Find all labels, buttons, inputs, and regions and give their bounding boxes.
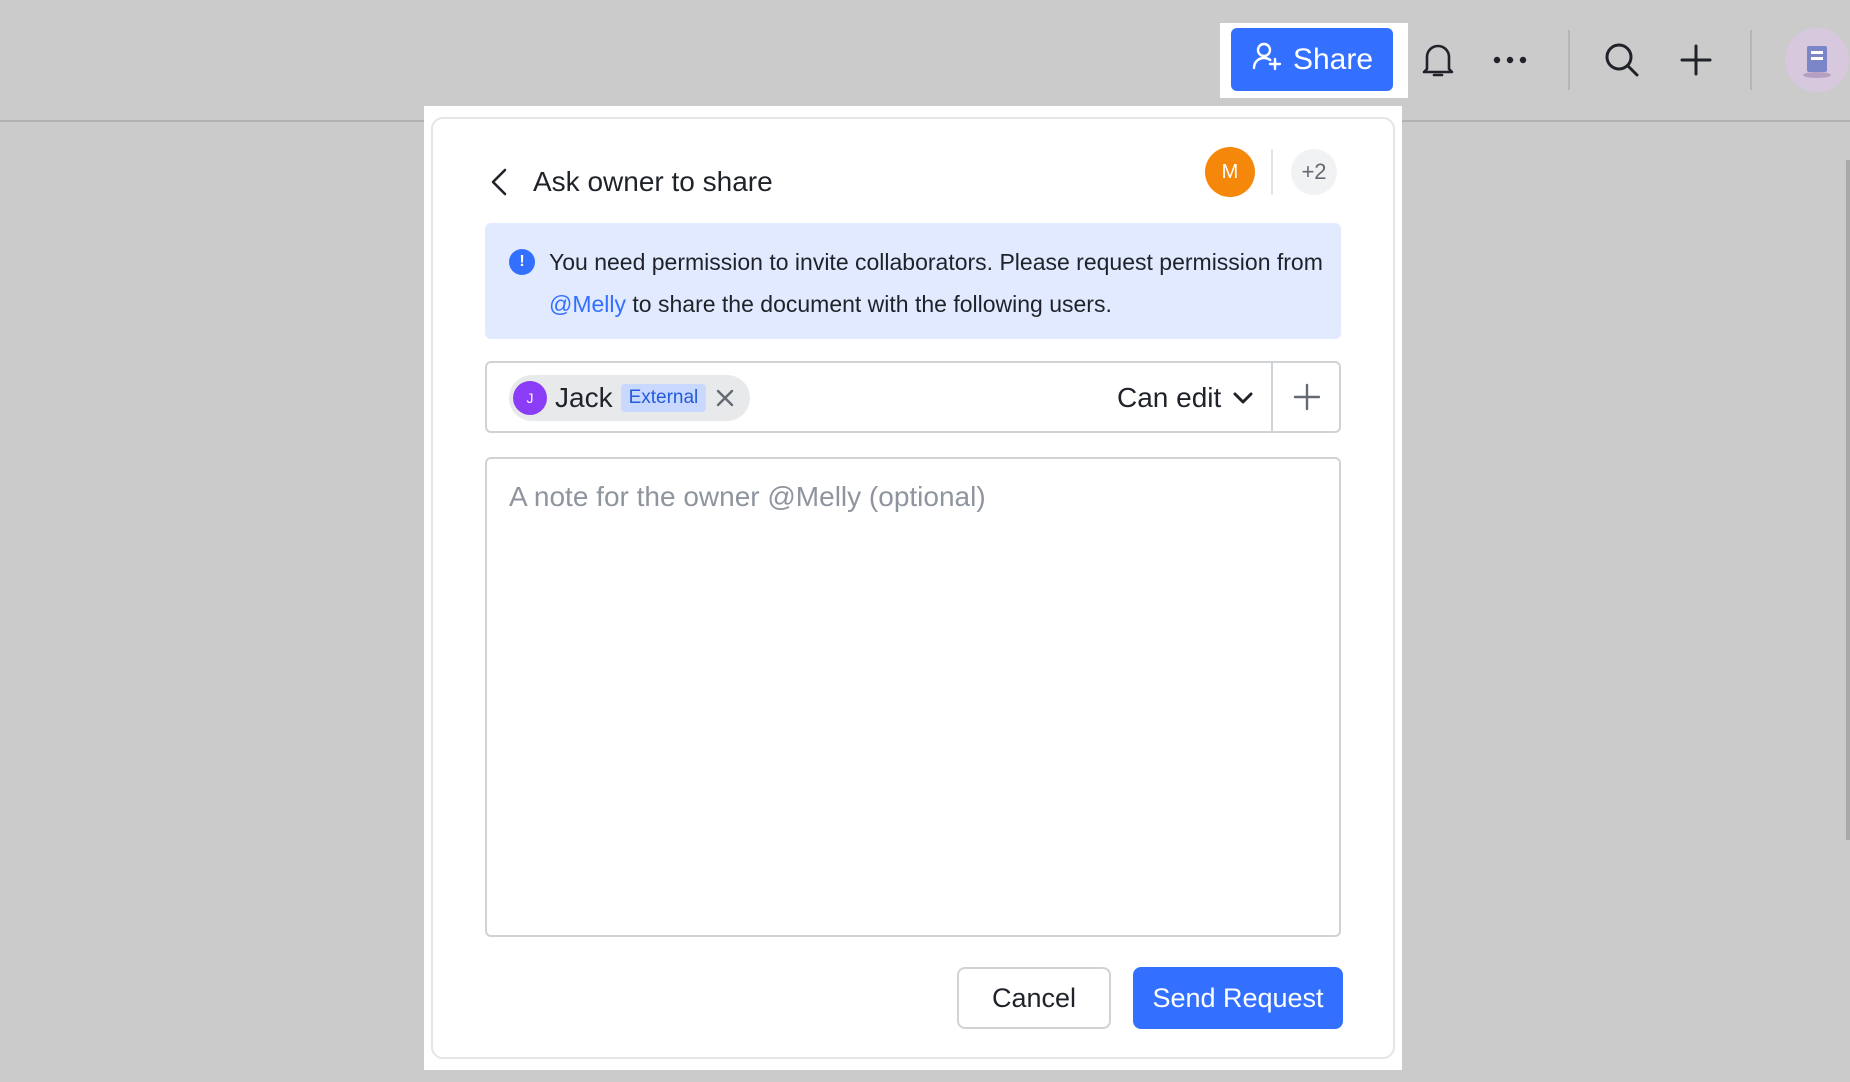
permission-dropdown[interactable]: Can edit — [1117, 377, 1253, 419]
permission-info-banner: ! You need permission to invite collabor… — [485, 223, 1341, 339]
info-text-before: You need permission to invite collaborat… — [549, 249, 1323, 275]
permission-value: Can edit — [1117, 382, 1222, 413]
toolbar-divider — [1750, 30, 1752, 90]
collaborators-more-count[interactable]: +2 — [1291, 149, 1337, 195]
info-text-after: to share the document with the following… — [626, 291, 1112, 317]
add-invitee-button[interactable] — [1273, 363, 1341, 431]
info-message: You need permission to invite collaborat… — [549, 241, 1329, 325]
invitee-chip: J Jack External — [509, 375, 751, 421]
scrollbar[interactable] — [1846, 160, 1850, 840]
ask-owner-dialog: Ask owner to share M +2 ! You need permi… — [431, 117, 1395, 1059]
owner-avatar[interactable]: M — [1205, 147, 1255, 197]
chevron-left-icon — [491, 168, 507, 196]
search-icon[interactable] — [1596, 34, 1648, 86]
note-textarea[interactable] — [485, 457, 1341, 937]
owner-mention[interactable]: @Melly — [549, 291, 626, 317]
plus-icon — [1293, 383, 1321, 411]
invitee-row: J Jack External Can edit — [485, 361, 1341, 433]
user-avatar[interactable] — [1785, 28, 1849, 92]
header-divider — [1271, 149, 1273, 195]
external-tag: External — [620, 384, 707, 412]
invitee-avatar: J — [513, 381, 547, 415]
more-horizontal-icon[interactable] — [1484, 34, 1536, 86]
share-button[interactable]: Share — [1231, 28, 1393, 91]
plus-icon[interactable] — [1670, 34, 1722, 86]
chevron-down-icon — [1233, 392, 1253, 404]
bell-icon[interactable] — [1412, 34, 1464, 86]
add-user-icon — [1251, 40, 1283, 80]
top-toolbar: Share — [0, 0, 1850, 122]
close-icon — [717, 389, 734, 407]
toolbar-divider — [1568, 30, 1570, 90]
send-request-button[interactable]: Send Request — [1133, 967, 1343, 1029]
invitee-name: Jack — [555, 382, 613, 413]
cancel-button[interactable]: Cancel — [957, 967, 1111, 1029]
info-icon: ! — [509, 249, 535, 275]
dialog-title: Ask owner to share — [533, 166, 773, 197]
remove-invitee-button[interactable] — [714, 387, 736, 409]
back-button[interactable] — [489, 162, 521, 202]
share-button-label: Share — [1292, 42, 1374, 76]
